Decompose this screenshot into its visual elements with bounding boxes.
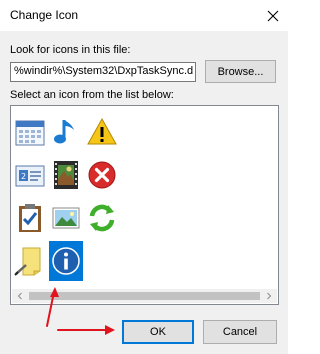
icon-item-picture[interactable]	[49, 198, 83, 238]
icon-item-task[interactable]	[13, 198, 47, 238]
note-pad-icon	[14, 247, 41, 276]
cancel-button[interactable]: Cancel	[203, 320, 277, 344]
error-icon	[88, 161, 116, 189]
warning-icon	[87, 117, 117, 145]
icon-item-sync[interactable]	[85, 198, 119, 238]
close-button[interactable]	[258, 0, 288, 31]
icon-item-note[interactable]	[13, 241, 47, 281]
icon-item-error[interactable]	[85, 155, 119, 195]
picture-icon	[52, 207, 80, 229]
title-bar: Change Icon	[0, 0, 288, 31]
svg-text:2: 2	[21, 172, 26, 181]
file-label: Look for icons in this file:	[10, 44, 131, 56]
window-title: Change Icon	[10, 8, 79, 22]
film-strip-icon	[54, 161, 78, 189]
info-icon	[52, 247, 80, 275]
icon-item-info[interactable]	[49, 241, 83, 281]
scroll-right-icon[interactable]	[265, 292, 273, 300]
horizontal-scrollbar[interactable]	[12, 289, 277, 303]
sync-arrows-icon	[89, 204, 115, 232]
icon-item-warning[interactable]	[85, 112, 119, 152]
file-path-input[interactable]: %windir%\System32\DxpTaskSync.d	[10, 62, 196, 82]
close-icon	[267, 10, 279, 21]
scroll-left-icon[interactable]	[16, 292, 24, 300]
scrollbar-thumb[interactable]	[29, 292, 260, 300]
calendar-icon	[15, 120, 45, 146]
icon-item-film[interactable]	[49, 155, 83, 195]
browse-button[interactable]: Browse...	[205, 60, 276, 83]
contact-card-icon: 2	[15, 165, 45, 187]
task-clipboard-icon	[19, 204, 41, 232]
icon-item-contact[interactable]: 2	[13, 155, 47, 195]
change-icon-dialog: Change Icon Look for icons in this file:…	[0, 0, 288, 354]
icon-item-calendar[interactable]	[13, 112, 47, 152]
icon-list[interactable]: 2	[10, 105, 279, 305]
icon-item-music[interactable]	[49, 112, 83, 152]
music-note-icon	[54, 120, 74, 144]
icon-list-label: Select an icon from the list below:	[10, 89, 174, 101]
ok-button[interactable]: OK	[122, 320, 194, 344]
